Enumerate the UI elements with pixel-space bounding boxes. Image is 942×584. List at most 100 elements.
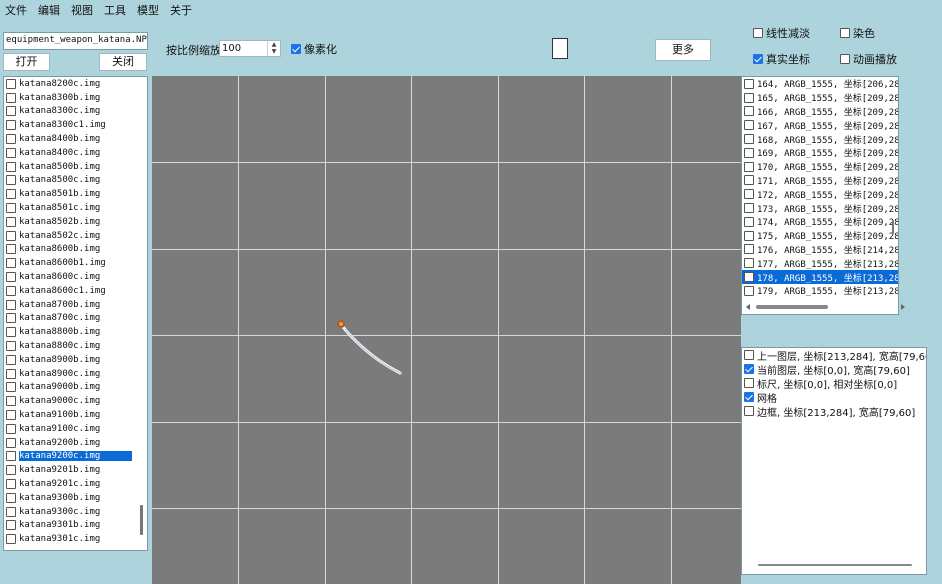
file-checkbox[interactable] xyxy=(6,354,16,365)
file-checkbox[interactable] xyxy=(6,465,16,476)
frame-checkbox[interactable] xyxy=(744,78,754,89)
anim-play-checkbox[interactable]: 动画播放 xyxy=(840,51,897,67)
frame-list-item[interactable]: 170, ARGB_1555, 坐标[209,284], 宽 xyxy=(742,160,898,174)
file-list-item[interactable]: katana8501c.img xyxy=(4,201,147,215)
close-button[interactable]: 关闭 xyxy=(99,53,147,71)
file-checkbox[interactable] xyxy=(6,78,16,89)
file-checkbox[interactable] xyxy=(6,161,16,172)
file-list-item[interactable]: katana8600b1.img xyxy=(4,256,147,270)
file-checkbox[interactable] xyxy=(6,147,16,158)
file-checkbox[interactable] xyxy=(6,341,16,352)
frame-list-item[interactable]: 167, ARGB_1555, 坐标[209,284], 宽 xyxy=(742,118,898,132)
dye-checkbox[interactable]: 染色 xyxy=(840,25,875,41)
frame-list-item[interactable]: 166, ARGB_1555, 坐标[209,284], 宽 xyxy=(742,105,898,119)
spin-arrows-icon[interactable]: ▲ ▼ xyxy=(267,41,280,56)
menu-item[interactable]: 视图 xyxy=(66,0,99,18)
frame-checkbox[interactable] xyxy=(744,189,754,200)
menu-item[interactable]: 工具 xyxy=(99,0,132,18)
file-list-item[interactable]: katana8800c.img xyxy=(4,339,147,353)
frame-list-item[interactable]: 177, ARGB_1555, 坐标[213,284], 宽 xyxy=(742,256,898,270)
frame-list-item[interactable]: 175, ARGB_1555, 坐标[209,284], 宽 xyxy=(742,229,898,243)
file-list-item[interactable]: katana8400c.img xyxy=(4,146,147,160)
file-checkbox[interactable] xyxy=(6,120,16,131)
file-checkbox[interactable] xyxy=(6,479,16,489)
file-list-item[interactable]: katana9201b.img xyxy=(4,463,147,477)
file-checkbox[interactable] xyxy=(6,258,16,269)
file-list-item[interactable]: katana8700b.img xyxy=(4,298,147,312)
frame-checkbox[interactable] xyxy=(744,285,754,296)
file-checkbox[interactable] xyxy=(6,423,16,434)
file-checkbox[interactable] xyxy=(6,437,16,448)
linear-fade-checkbox[interactable]: 线性减淡 xyxy=(753,25,810,41)
layer-list-item[interactable]: 网格 xyxy=(742,390,926,405)
frame-list-item[interactable]: 178, ARGB_1555, 坐标[213,283], 宽 xyxy=(742,270,898,284)
file-list-item[interactable]: katana9100b.img xyxy=(4,408,147,422)
menu-item[interactable]: 关于 xyxy=(165,0,198,18)
file-checkbox[interactable] xyxy=(6,285,16,296)
file-list-item[interactable]: katana9100c.img xyxy=(4,422,147,436)
file-checkbox[interactable] xyxy=(6,506,16,517)
frame-list-item[interactable]: 171, ARGB_1555, 坐标[209,284], 宽 xyxy=(742,174,898,188)
frame-checkbox[interactable] xyxy=(744,106,754,117)
file-list-item[interactable]: katana8600b.img xyxy=(4,243,147,257)
file-list-item[interactable]: katana9300c.img xyxy=(4,505,147,519)
file-checkbox[interactable] xyxy=(6,313,16,324)
file-list-item[interactable]: katana8600c.img xyxy=(4,270,147,284)
file-list-item[interactable]: katana8501b.img xyxy=(4,187,147,201)
file-list-item[interactable]: katana8600c1.img xyxy=(4,284,147,298)
frame-list-item[interactable]: 174, ARGB_1555, 坐标[209,284], 宽 xyxy=(742,215,898,229)
file-list-item[interactable]: katana8200c.img xyxy=(4,77,147,91)
file-checkbox[interactable] xyxy=(6,244,16,255)
file-list-item[interactable]: katana9200b.img xyxy=(4,436,147,450)
file-list-item[interactable]: katana9000b.img xyxy=(4,381,147,395)
file-checkbox[interactable] xyxy=(6,216,16,227)
file-list-item[interactable]: katana8900c.img xyxy=(4,367,147,381)
scale-spinbox[interactable]: 100 ▲ ▼ xyxy=(219,40,281,57)
frame-checkbox[interactable] xyxy=(744,230,754,241)
frame-list-item[interactable]: 172, ARGB_1555, 坐标[209,284], 宽 xyxy=(742,187,898,201)
color-swatch[interactable] xyxy=(552,38,568,59)
file-checkbox[interactable] xyxy=(6,175,16,186)
file-list-item[interactable]: katana8900b.img xyxy=(4,353,147,367)
frame-checkbox[interactable] xyxy=(744,175,754,186)
frame-checkbox[interactable] xyxy=(744,272,754,283)
frame-checkbox[interactable] xyxy=(744,216,754,227)
frame-checkbox[interactable] xyxy=(744,258,754,269)
file-checkbox[interactable] xyxy=(6,272,16,283)
frame-list-item[interactable]: 179, ARGB_1555, 坐标[213,284], 宽 xyxy=(742,284,898,298)
layer-list[interactable]: 上一图层, 坐标[213,284], 宽高[79,60 当前图层, 坐标[0,0]… xyxy=(741,347,927,575)
file-checkbox[interactable] xyxy=(6,520,16,531)
file-checkbox[interactable] xyxy=(6,451,16,462)
layer-checkbox[interactable] xyxy=(744,364,754,374)
file-checkbox[interactable] xyxy=(6,106,16,117)
file-list-item[interactable]: katana8502c.img xyxy=(4,229,147,243)
file-list-item[interactable]: katana8800b.img xyxy=(4,325,147,339)
layer-checkbox[interactable] xyxy=(744,392,754,402)
file-checkbox[interactable] xyxy=(6,203,16,214)
file-list-item[interactable]: katana9200c.img xyxy=(4,450,147,464)
layer-list-hscroll-thumb[interactable] xyxy=(758,564,912,566)
file-list-item[interactable]: katana8700c.img xyxy=(4,312,147,326)
menu-item[interactable]: 编辑 xyxy=(33,0,66,18)
file-list-item[interactable]: katana8500c.img xyxy=(4,174,147,188)
pixelate-checkbox[interactable]: 像素化 xyxy=(291,41,337,57)
menu-item[interactable]: 文件 xyxy=(0,0,33,18)
layer-list-item[interactable]: 当前图层, 坐标[0,0], 宽高[79,60] xyxy=(742,362,926,377)
frame-list-hscroll[interactable] xyxy=(742,300,909,314)
frame-list-item[interactable]: 169, ARGB_1555, 坐标[209,284], 宽 xyxy=(742,146,898,160)
file-checkbox[interactable] xyxy=(6,410,16,421)
file-list-item[interactable]: katana9000c.img xyxy=(4,394,147,408)
layer-list-item[interactable]: 标尺, 坐标[0,0], 相对坐标[0,0] xyxy=(742,376,926,391)
file-checkbox[interactable] xyxy=(6,492,16,503)
menu-item[interactable]: 模型 xyxy=(132,0,165,18)
file-list-item[interactable]: katana8300c.img xyxy=(4,105,147,119)
real-coords-checkbox[interactable]: 真实坐标 xyxy=(753,51,810,67)
file-list-item[interactable]: katana9301b.img xyxy=(4,519,147,533)
frame-list-item[interactable]: 164, ARGB_1555, 坐标[206,283], 宽 xyxy=(742,77,898,91)
img-file-list[interactable]: katana8200c.img katana8300b.img katana8300… xyxy=(3,76,148,551)
npk-path-field[interactable]: equipment_weapon_katana.NPK xyxy=(3,32,148,50)
layer-checkbox[interactable] xyxy=(744,406,754,416)
frame-checkbox[interactable] xyxy=(744,120,754,131)
layer-checkbox[interactable] xyxy=(744,350,754,360)
file-checkbox[interactable] xyxy=(6,189,16,200)
